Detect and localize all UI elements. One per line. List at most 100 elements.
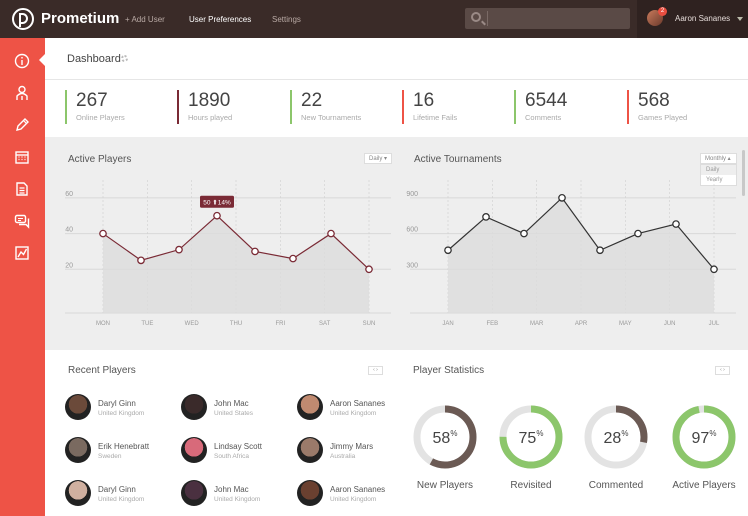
avatar [181,394,207,420]
sidebar-item-users[interactable] [0,78,45,106]
data-point [710,265,718,274]
period-value: Monthly [705,156,727,162]
lower-section: Recent Players ‹ › Player Statistics ‹ ›… [45,350,748,516]
list-item[interactable]: Lindsay Scott South Africa [181,437,291,467]
stat-label: Online Players [76,113,125,122]
recent-players-pager[interactable]: ‹ › [368,366,383,375]
stat-value: 1890 [188,90,231,111]
player-name: Lindsay Scott [214,442,263,451]
x-tick-label: JUN [664,321,676,327]
avatar [297,437,323,463]
data-point [520,229,528,238]
nav-user-preferences[interactable]: User Preferences [189,15,251,24]
x-tick-label: MON [96,321,110,327]
x-tick-label: JAN [442,321,453,327]
period-value: Daily [369,156,383,162]
player-country: United States [214,410,254,417]
nav-settings[interactable]: Settings [272,15,301,24]
app-name: Prometium [41,10,120,27]
recent-players-title: Recent Players [68,365,136,376]
sidebar-item-reports[interactable] [0,238,45,266]
player-country: South Africa [214,453,250,460]
list-item[interactable]: Jimmy Mars Australia [297,437,407,467]
x-tick-label: MAR [530,321,544,327]
user-menu[interactable]: 2 Aaron Sananes [637,0,748,38]
x-tick-label: WED [185,321,200,327]
avatar [65,480,91,506]
scrollbar[interactable] [742,150,745,196]
sidebar-item-calendar[interactable] [0,142,45,170]
data-point [327,229,335,238]
active-tournaments-period-select[interactable]: Monthly ▴ [700,153,737,164]
avatar [65,437,91,463]
pencil-icon [16,118,29,131]
list-item[interactable]: Erik Henebratt Sweden [65,437,175,467]
avatar [181,437,207,463]
active-players-period-select[interactable]: Daily ▾ [364,153,393,164]
stats-bar: 267 Online Players 1890 Hours played 22 … [45,80,748,137]
list-item[interactable]: Aaron Sananes United Kingdom [297,480,407,510]
gauge: 28% Commented [583,404,649,491]
player-name: John Mac [214,485,249,494]
data-point [365,265,373,274]
stat-games-played: 568 Games Played [627,90,687,124]
data-point [482,213,490,221]
x-tick-label: TUE [141,321,153,327]
list-item[interactable]: Daryl Ginn United Kingdom [65,394,175,424]
stat-new-tournaments: 22 New Tournaments [290,90,361,124]
list-item[interactable]: Daryl Ginn United Kingdom [65,480,175,510]
active-players-title: Active Players [68,154,132,165]
x-tick-label: MAY [619,321,632,327]
player-name: Aaron Sananes [330,485,386,494]
player-country: Sweden [98,453,122,460]
gauge-ring: 97% [672,405,736,469]
avatar [297,480,323,506]
data-point [289,254,297,263]
data-point [444,246,452,255]
nav-add-user[interactable]: + Add User [125,15,165,24]
svg-text:28%: 28% [604,429,629,447]
x-tick-label: APR [575,321,588,327]
top-bar: Prometium + Add User User Preferences Se… [0,0,748,38]
list-item[interactable]: John Mac United Kingdom [181,480,291,510]
chart-icon [15,246,29,260]
player-country: United Kingdom [98,496,145,503]
list-item[interactable]: John Mac United States [181,394,291,424]
stat-value: 22 [301,90,323,111]
gauge: 97% Active Players [671,404,737,491]
avatar [297,394,323,420]
sidebar-item-info[interactable] [0,46,45,74]
player-statistics-pager[interactable]: ‹ › [715,366,730,375]
stat-label: New Tournaments [301,113,362,122]
y-tick-label: 300 [406,262,418,269]
prometium-logo-icon[interactable] [12,8,34,30]
stat-comments: 6544 Comments [514,90,567,124]
gear-icon[interactable] [121,55,128,62]
page-header: Dashboard [45,38,748,80]
user-name[interactable]: Aaron Sananes [675,14,730,23]
search-icon [471,12,481,22]
stat-value: 267 [76,90,108,111]
search-input[interactable] [465,8,630,29]
sidebar-item-messages[interactable] [0,206,45,234]
list-item[interactable]: Aaron Sananes United Kingdom [297,394,407,424]
stat-label: Comments [525,113,562,122]
data-point [137,256,145,265]
calendar-icon [15,151,29,164]
svg-text:75%: 75% [519,429,544,447]
stat-label: Lifetime Fails [413,113,458,122]
player-statistics-title: Player Statistics [413,365,485,376]
period-option-daily[interactable]: Daily [701,165,736,175]
data-point [634,229,642,238]
player-country: United Kingdom [330,410,377,417]
gauge: 58% New Players [412,404,478,491]
chevron-down-icon[interactable] [737,17,743,21]
y-tick-label: 20 [65,262,73,269]
document-icon [16,182,28,196]
svg-text:58%: 58% [433,429,458,447]
player-name: Daryl Ginn [98,399,136,408]
sidebar-item-edit[interactable] [0,110,45,138]
gauge-ring: 28% [584,405,648,469]
sidebar-item-documents[interactable] [0,174,45,202]
y-tick-label: 600 [406,227,418,234]
